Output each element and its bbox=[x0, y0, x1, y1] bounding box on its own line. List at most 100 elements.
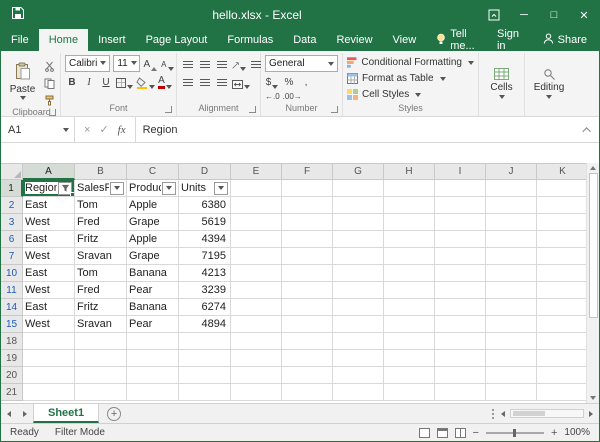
cell-I6[interactable] bbox=[435, 231, 486, 248]
close-button[interactable]: ✕ bbox=[569, 1, 599, 29]
cell-D10[interactable]: 4213 bbox=[179, 265, 231, 282]
tab-data[interactable]: Data bbox=[283, 29, 326, 51]
column-header-D[interactable]: D bbox=[179, 163, 231, 180]
cell-K3[interactable] bbox=[537, 214, 586, 231]
cell-styles-button[interactable]: Cell Styles bbox=[347, 87, 474, 102]
cell-C18[interactable] bbox=[127, 333, 179, 350]
cell-C3[interactable]: Grape bbox=[127, 214, 179, 231]
cut-icon[interactable] bbox=[42, 57, 56, 72]
cell-E10[interactable] bbox=[231, 265, 282, 282]
tab-formulas[interactable]: Formulas bbox=[217, 29, 283, 51]
cell-J7[interactable] bbox=[486, 248, 537, 265]
sign-in-button[interactable]: Sign in bbox=[487, 29, 531, 51]
cell-A1[interactable]: Region bbox=[23, 180, 75, 197]
cell-E6[interactable] bbox=[231, 231, 282, 248]
cell-J19[interactable] bbox=[486, 350, 537, 367]
column-header-C[interactable]: C bbox=[127, 163, 179, 180]
cell-K14[interactable] bbox=[537, 299, 586, 316]
cells-button[interactable]: Cells bbox=[483, 54, 520, 116]
cell-B3[interactable]: Fred bbox=[75, 214, 127, 231]
cell-J15[interactable] bbox=[486, 316, 537, 333]
number-format-select[interactable]: General bbox=[265, 55, 338, 72]
h-scroll-left-icon[interactable] bbox=[501, 411, 505, 417]
cell-G21[interactable] bbox=[333, 384, 384, 401]
bold-button[interactable]: B bbox=[65, 74, 79, 89]
column-header-J[interactable]: J bbox=[486, 163, 537, 180]
cell-H10[interactable] bbox=[384, 265, 435, 282]
cell-D19[interactable] bbox=[179, 350, 231, 367]
column-header-I[interactable]: I bbox=[435, 163, 486, 180]
cell-G7[interactable] bbox=[333, 248, 384, 265]
cell-D20[interactable] bbox=[179, 367, 231, 384]
cell-K1[interactable] bbox=[537, 180, 586, 197]
cell-D1[interactable]: Units bbox=[179, 180, 231, 197]
new-sheet-button[interactable]: + bbox=[107, 407, 121, 421]
cell-D15[interactable]: 4894 bbox=[179, 316, 231, 333]
cell-I14[interactable] bbox=[435, 299, 486, 316]
column-header-H[interactable]: H bbox=[384, 163, 435, 180]
tab-home[interactable]: Home bbox=[39, 29, 88, 51]
cell-H18[interactable] bbox=[384, 333, 435, 350]
cell-F11[interactable] bbox=[282, 282, 333, 299]
cell-K15[interactable] bbox=[537, 316, 586, 333]
save-icon[interactable] bbox=[11, 6, 25, 25]
cell-J20[interactable] bbox=[486, 367, 537, 384]
tell-me-box[interactable]: Tell me... bbox=[426, 29, 487, 51]
cell-H11[interactable] bbox=[384, 282, 435, 299]
format-as-table-button[interactable]: Format as Table bbox=[347, 71, 474, 86]
cell-J2[interactable] bbox=[486, 197, 537, 214]
h-scroll-right-icon[interactable] bbox=[589, 411, 593, 417]
cell-K18[interactable] bbox=[537, 333, 586, 350]
row-header-10[interactable]: 10 bbox=[1, 265, 23, 282]
formula-bar-expand-button[interactable] bbox=[577, 117, 599, 142]
enter-icon[interactable]: ✓ bbox=[99, 123, 108, 136]
shrink-font-button[interactable]: A bbox=[160, 56, 174, 71]
cell-I19[interactable] bbox=[435, 350, 486, 367]
cell-G15[interactable] bbox=[333, 316, 384, 333]
column-header-B[interactable]: B bbox=[75, 163, 127, 180]
sheet-nav-right-button[interactable] bbox=[17, 404, 33, 423]
column-header-K[interactable]: K bbox=[537, 163, 586, 180]
cell-H20[interactable] bbox=[384, 367, 435, 384]
cell-A14[interactable]: East bbox=[23, 299, 75, 316]
cell-B21[interactable] bbox=[75, 384, 127, 401]
cell-G2[interactable] bbox=[333, 197, 384, 214]
cell-B11[interactable]: Fred bbox=[75, 282, 127, 299]
cell-B2[interactable]: Tom bbox=[75, 197, 127, 214]
cell-F2[interactable] bbox=[282, 197, 333, 214]
cell-J14[interactable] bbox=[486, 299, 537, 316]
align-center-button[interactable] bbox=[198, 74, 212, 89]
cell-K2[interactable] bbox=[537, 197, 586, 214]
cell-K7[interactable] bbox=[537, 248, 586, 265]
cell-E2[interactable] bbox=[231, 197, 282, 214]
cell-I3[interactable] bbox=[435, 214, 486, 231]
cell-E1[interactable] bbox=[231, 180, 282, 197]
cell-F18[interactable] bbox=[282, 333, 333, 350]
cell-A21[interactable] bbox=[23, 384, 75, 401]
cell-K6[interactable] bbox=[537, 231, 586, 248]
comma-style-button[interactable]: , bbox=[299, 74, 313, 89]
row-header-15[interactable]: 15 bbox=[1, 316, 23, 333]
cell-E18[interactable] bbox=[231, 333, 282, 350]
cell-C14[interactable]: Banana bbox=[127, 299, 179, 316]
page-break-view-icon[interactable] bbox=[455, 428, 466, 438]
cell-I20[interactable] bbox=[435, 367, 486, 384]
row-header-7[interactable]: 7 bbox=[1, 248, 23, 265]
underline-button[interactable]: U bbox=[99, 74, 113, 89]
cell-H21[interactable] bbox=[384, 384, 435, 401]
row-header-14[interactable]: 14 bbox=[1, 299, 23, 316]
cell-K10[interactable] bbox=[537, 265, 586, 282]
cell-A10[interactable]: East bbox=[23, 265, 75, 282]
cell-E3[interactable] bbox=[231, 214, 282, 231]
cell-A19[interactable] bbox=[23, 350, 75, 367]
cell-F3[interactable] bbox=[282, 214, 333, 231]
cell-H7[interactable] bbox=[384, 248, 435, 265]
filter-dropdown-button-D[interactable] bbox=[214, 182, 228, 195]
cell-D7[interactable]: 7195 bbox=[179, 248, 231, 265]
cell-G6[interactable] bbox=[333, 231, 384, 248]
insert-function-icon[interactable]: fx bbox=[118, 124, 126, 136]
cell-F14[interactable] bbox=[282, 299, 333, 316]
number-dialog-launcher[interactable] bbox=[331, 106, 338, 113]
orientation-button[interactable] bbox=[232, 56, 246, 71]
format-painter-icon[interactable] bbox=[42, 91, 56, 106]
